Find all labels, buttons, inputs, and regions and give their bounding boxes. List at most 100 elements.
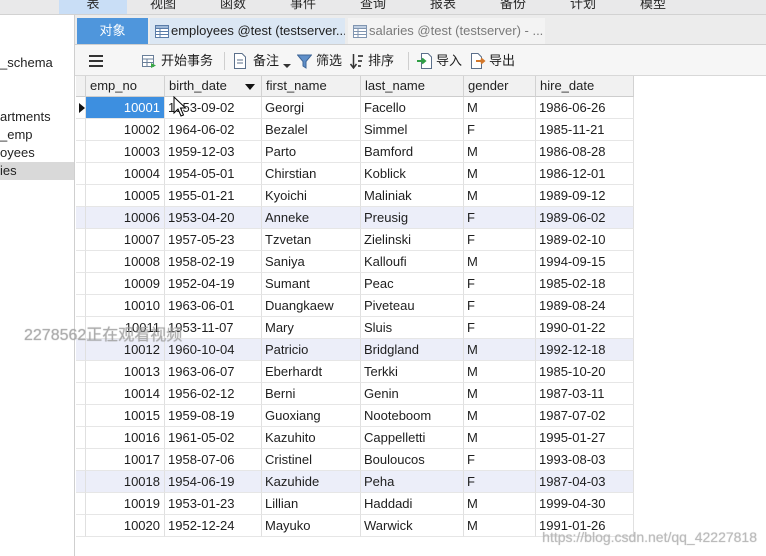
table-cell[interactable]: Haddadi [361,493,464,515]
table-cell[interactable]: F [464,207,536,229]
table-cell[interactable]: Lillian [262,493,361,515]
table-cell[interactable]: 1995-01-27 [536,427,634,449]
row-selector[interactable] [76,273,86,295]
table-row[interactable]: 10007 1957-05-23 Tzvetan Zielinski F 1989-02-… [76,229,634,251]
tab-objects[interactable]: 对象 [77,18,148,44]
sidebar-item-employees[interactable]: oyees [0,144,74,162]
table-row[interactable]: 10009 1952-04-19 Sumant Peac F 1985-02-18 [76,273,634,295]
menu-item-schedule[interactable]: 计划 [549,0,617,14]
begin-transaction-button[interactable]: 开始事务 [137,50,217,72]
table-cell[interactable]: Kyoichi [262,185,361,207]
table-cell[interactable]: Tzvetan [262,229,361,251]
table-cell[interactable]: 1987-07-02 [536,405,634,427]
row-selector[interactable] [76,449,86,471]
table-cell[interactable]: 1953-04-20 [165,207,262,229]
table-cell[interactable]: Bamford [361,141,464,163]
table-cell[interactable]: Peac [361,273,464,295]
table-cell[interactable]: M [464,405,536,427]
menu-item-tables[interactable]: 表 [59,0,127,14]
menu-item-model[interactable]: 模型 [619,0,687,14]
column-header-last-name[interactable]: last_name [361,76,464,97]
table-cell[interactable]: Anneke [262,207,361,229]
row-selector[interactable] [76,229,86,251]
row-selector[interactable] [76,493,86,515]
table-row[interactable]: 10001 1953-09-02 Georgi Facello M 1986-06-26 [76,97,634,119]
table-cell[interactable]: Facello [361,97,464,119]
table-cell[interactable]: F [464,229,536,251]
row-selector[interactable] [76,119,86,141]
row-selector[interactable] [76,383,86,405]
table-cell[interactable]: 1987-04-03 [536,471,634,493]
table-cell[interactable]: M [464,251,536,273]
table-cell[interactable]: 1985-11-21 [536,119,634,141]
table-row[interactable]: 10017 1958-07-06 Cristinel Bouloucos F 1993-0… [76,449,634,471]
table-cell[interactable]: 1989-06-02 [536,207,634,229]
table-cell[interactable]: F [464,295,536,317]
row-selector[interactable] [76,471,86,493]
table-cell[interactable]: 1961-05-02 [165,427,262,449]
table-row[interactable]: 10004 1954-05-01 Chirstian Koblick M 1986-12-… [76,163,634,185]
table-cell[interactable]: Warwick [361,515,464,537]
menu-item-queries[interactable]: 查询 [339,0,407,14]
table-cell[interactable]: 1958-07-06 [165,449,262,471]
sidebar-item-dept-emp[interactable]: _emp [0,126,74,144]
table-cell[interactable]: 10002 [86,119,165,141]
table-cell[interactable]: M [464,493,536,515]
table-cell[interactable]: 1993-08-03 [536,449,634,471]
row-selector[interactable] [76,185,86,207]
table-cell[interactable]: M [464,185,536,207]
table-cell[interactable]: Preusig [361,207,464,229]
table-cell[interactable]: F [464,119,536,141]
table-cell[interactable]: 1963-06-01 [165,295,262,317]
table-cell[interactable]: 10019 [86,493,165,515]
column-header-first-name[interactable]: first_name [262,76,361,97]
row-selector[interactable] [76,361,86,383]
table-cell[interactable]: 10004 [86,163,165,185]
table-cell[interactable]: M [464,427,536,449]
table-cell[interactable]: Duangkaew [262,295,361,317]
table-cell[interactable]: 1989-02-10 [536,229,634,251]
table-row[interactable]: 10019 1953-01-23 Lillian Haddadi M 1999-04-30 [76,493,634,515]
table-cell[interactable]: Cappelletti [361,427,464,449]
table-cell[interactable]: 1989-09-12 [536,185,634,207]
table-cell[interactable]: 1986-12-01 [536,163,634,185]
table-cell[interactable]: 10017 [86,449,165,471]
table-cell[interactable]: Zielinski [361,229,464,251]
row-selector[interactable] [76,141,86,163]
table-cell[interactable]: M [464,515,536,537]
sidebar-item-schema[interactable]: _schema [0,54,74,72]
table-row[interactable]: 10018 1954-06-19 Kazuhide Peha F 1987-04-03 [76,471,634,493]
table-cell[interactable]: 1999-04-30 [536,493,634,515]
table-cell[interactable]: Patricio [262,339,361,361]
table-row[interactable]: 10005 1955-01-21 Kyoichi Maliniak M 1989-09-1… [76,185,634,207]
table-cell[interactable]: Maliniak [361,185,464,207]
table-cell[interactable]: Koblick [361,163,464,185]
table-cell[interactable]: 10020 [86,515,165,537]
table-cell[interactable]: Georgi [262,97,361,119]
table-cell[interactable]: 1987-03-11 [536,383,634,405]
row-selector[interactable] [76,207,86,229]
table-cell[interactable]: 10013 [86,361,165,383]
table-cell[interactable]: 1986-06-26 [536,97,634,119]
table-cell[interactable]: 1986-08-28 [536,141,634,163]
table-row[interactable]: 10010 1963-06-01 Duangkaew Piveteau F 1989-08… [76,295,634,317]
column-header-hire-date[interactable]: hire_date [536,76,634,97]
table-cell[interactable]: 1992-12-18 [536,339,634,361]
row-selector[interactable] [76,251,86,273]
table-cell[interactable]: 1952-12-24 [165,515,262,537]
row-selector[interactable] [76,163,86,185]
table-cell[interactable]: Genin [361,383,464,405]
table-cell[interactable]: 10005 [86,185,165,207]
menu-item-views[interactable]: 视图 [129,0,197,14]
table-row[interactable]: 10015 1959-08-19 Guoxiang Nooteboom M 1987-07… [76,405,634,427]
table-cell[interactable]: 10014 [86,383,165,405]
table-cell[interactable]: M [464,97,536,119]
table-row[interactable]: 10014 1956-02-12 Berni Genin M 1987-03-11 [76,383,634,405]
sort-button[interactable]: 排序 [347,50,397,72]
table-cell[interactable]: 1953-01-23 [165,493,262,515]
column-header-emp-no[interactable]: emp_no [86,76,165,97]
table-cell[interactable]: 1957-05-23 [165,229,262,251]
export-button[interactable]: 导出 [467,50,517,72]
column-dropdown-arrow-icon[interactable] [245,84,255,90]
table-cell[interactable]: Eberhardt [262,361,361,383]
